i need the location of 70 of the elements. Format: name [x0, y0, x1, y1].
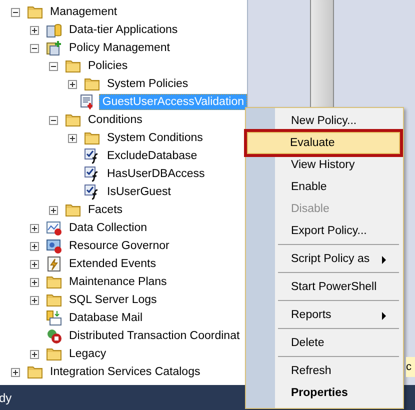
- function-icon: [84, 184, 100, 200]
- menu-item[interactable]: View History: [248, 154, 401, 176]
- expand-icon[interactable]: [30, 350, 39, 358]
- menu-item[interactable]: Reports: [248, 304, 401, 326]
- collapse-icon[interactable]: [30, 44, 39, 52]
- monitor-icon: [46, 238, 62, 254]
- menu-item[interactable]: Evaluate: [247, 132, 400, 154]
- menu-item[interactable]: Start PowerShell: [248, 276, 401, 298]
- menu-item[interactable]: New Policy...: [248, 110, 401, 132]
- menu-item[interactable]: Refresh: [248, 360, 401, 382]
- tree-item[interactable]: ExcludeDatabase: [104, 148, 200, 164]
- tree-item[interactable]: HasUserDBAccess: [104, 166, 208, 182]
- tree-item[interactable]: Management: [47, 4, 120, 20]
- tree-item[interactable]: SQL Server Logs: [66, 292, 160, 308]
- submenu-arrow-icon: [382, 312, 386, 320]
- folder-icon: [65, 203, 81, 217]
- tree-item[interactable]: Policy Management: [66, 40, 173, 56]
- expand-icon[interactable]: [30, 296, 39, 304]
- expand-icon[interactable]: [68, 134, 77, 142]
- tree-item[interactable]: Integration Services Catalogs: [47, 364, 204, 380]
- tree-item[interactable]: IsUserGuest: [104, 184, 174, 200]
- tree-item[interactable]: Facets: [85, 202, 126, 218]
- menu-item[interactable]: Script Policy as: [248, 248, 401, 270]
- expand-icon[interactable]: [30, 26, 39, 34]
- menu-item[interactable]: Export Policy...: [248, 220, 401, 242]
- tree-item[interactable]: Data Collection: [66, 220, 150, 236]
- tree-item[interactable]: Policies: [85, 58, 131, 74]
- folder-icon: [84, 131, 100, 145]
- tree-item[interactable]: Resource Governor: [66, 238, 172, 254]
- tree-item[interactable]: Legacy: [66, 346, 110, 362]
- stop-icon: [46, 328, 62, 344]
- folder-icon: [46, 275, 62, 289]
- expand-icon[interactable]: [30, 224, 39, 232]
- tree-item[interactable]: Database Mail: [66, 310, 146, 326]
- menu-item[interactable]: Enable: [248, 176, 401, 198]
- collapse-icon[interactable]: [49, 62, 58, 70]
- folder-icon: [65, 113, 81, 127]
- folder-icon: [84, 77, 100, 91]
- function-icon: [84, 166, 100, 182]
- mail-icon: [46, 310, 62, 326]
- collapse-icon[interactable]: [11, 8, 20, 16]
- policy-management-icon: [46, 40, 62, 56]
- tree-item[interactable]: System Policies: [104, 76, 192, 92]
- tab[interactable]: c: [406, 357, 415, 377]
- database-icon: [46, 22, 62, 38]
- scroll-icon: [79, 94, 96, 110]
- chart-icon: [46, 220, 62, 236]
- expand-icon[interactable]: [30, 260, 39, 268]
- submenu-arrow-icon: [382, 256, 386, 264]
- collapse-icon[interactable]: [49, 116, 58, 124]
- tree-item[interactable]: Distributed Transaction Coordinat: [66, 328, 243, 344]
- tree-item[interactable]: System Conditions: [104, 130, 206, 146]
- tree-item[interactable]: Conditions: [85, 112, 146, 128]
- folder-icon: [46, 347, 62, 361]
- folder-icon: [46, 293, 62, 307]
- tree-item[interactable]: Maintenance Plans: [66, 274, 170, 290]
- function-icon: [84, 148, 100, 164]
- folder-icon: [65, 59, 81, 73]
- expand-icon[interactable]: [30, 242, 39, 250]
- expand-icon[interactable]: [49, 206, 58, 214]
- menu-item[interactable]: Properties: [248, 382, 401, 404]
- lightning-icon: [46, 256, 62, 272]
- tree-item[interactable]: Extended Events: [66, 256, 159, 272]
- menu-item[interactable]: Delete: [248, 332, 401, 354]
- folder-icon: [27, 365, 43, 379]
- expand-icon[interactable]: [68, 80, 77, 88]
- expand-icon[interactable]: [11, 368, 20, 376]
- expand-icon[interactable]: [30, 278, 39, 286]
- tree-item[interactable]: Data-tier Applications: [66, 22, 181, 38]
- folder-icon: [27, 5, 43, 19]
